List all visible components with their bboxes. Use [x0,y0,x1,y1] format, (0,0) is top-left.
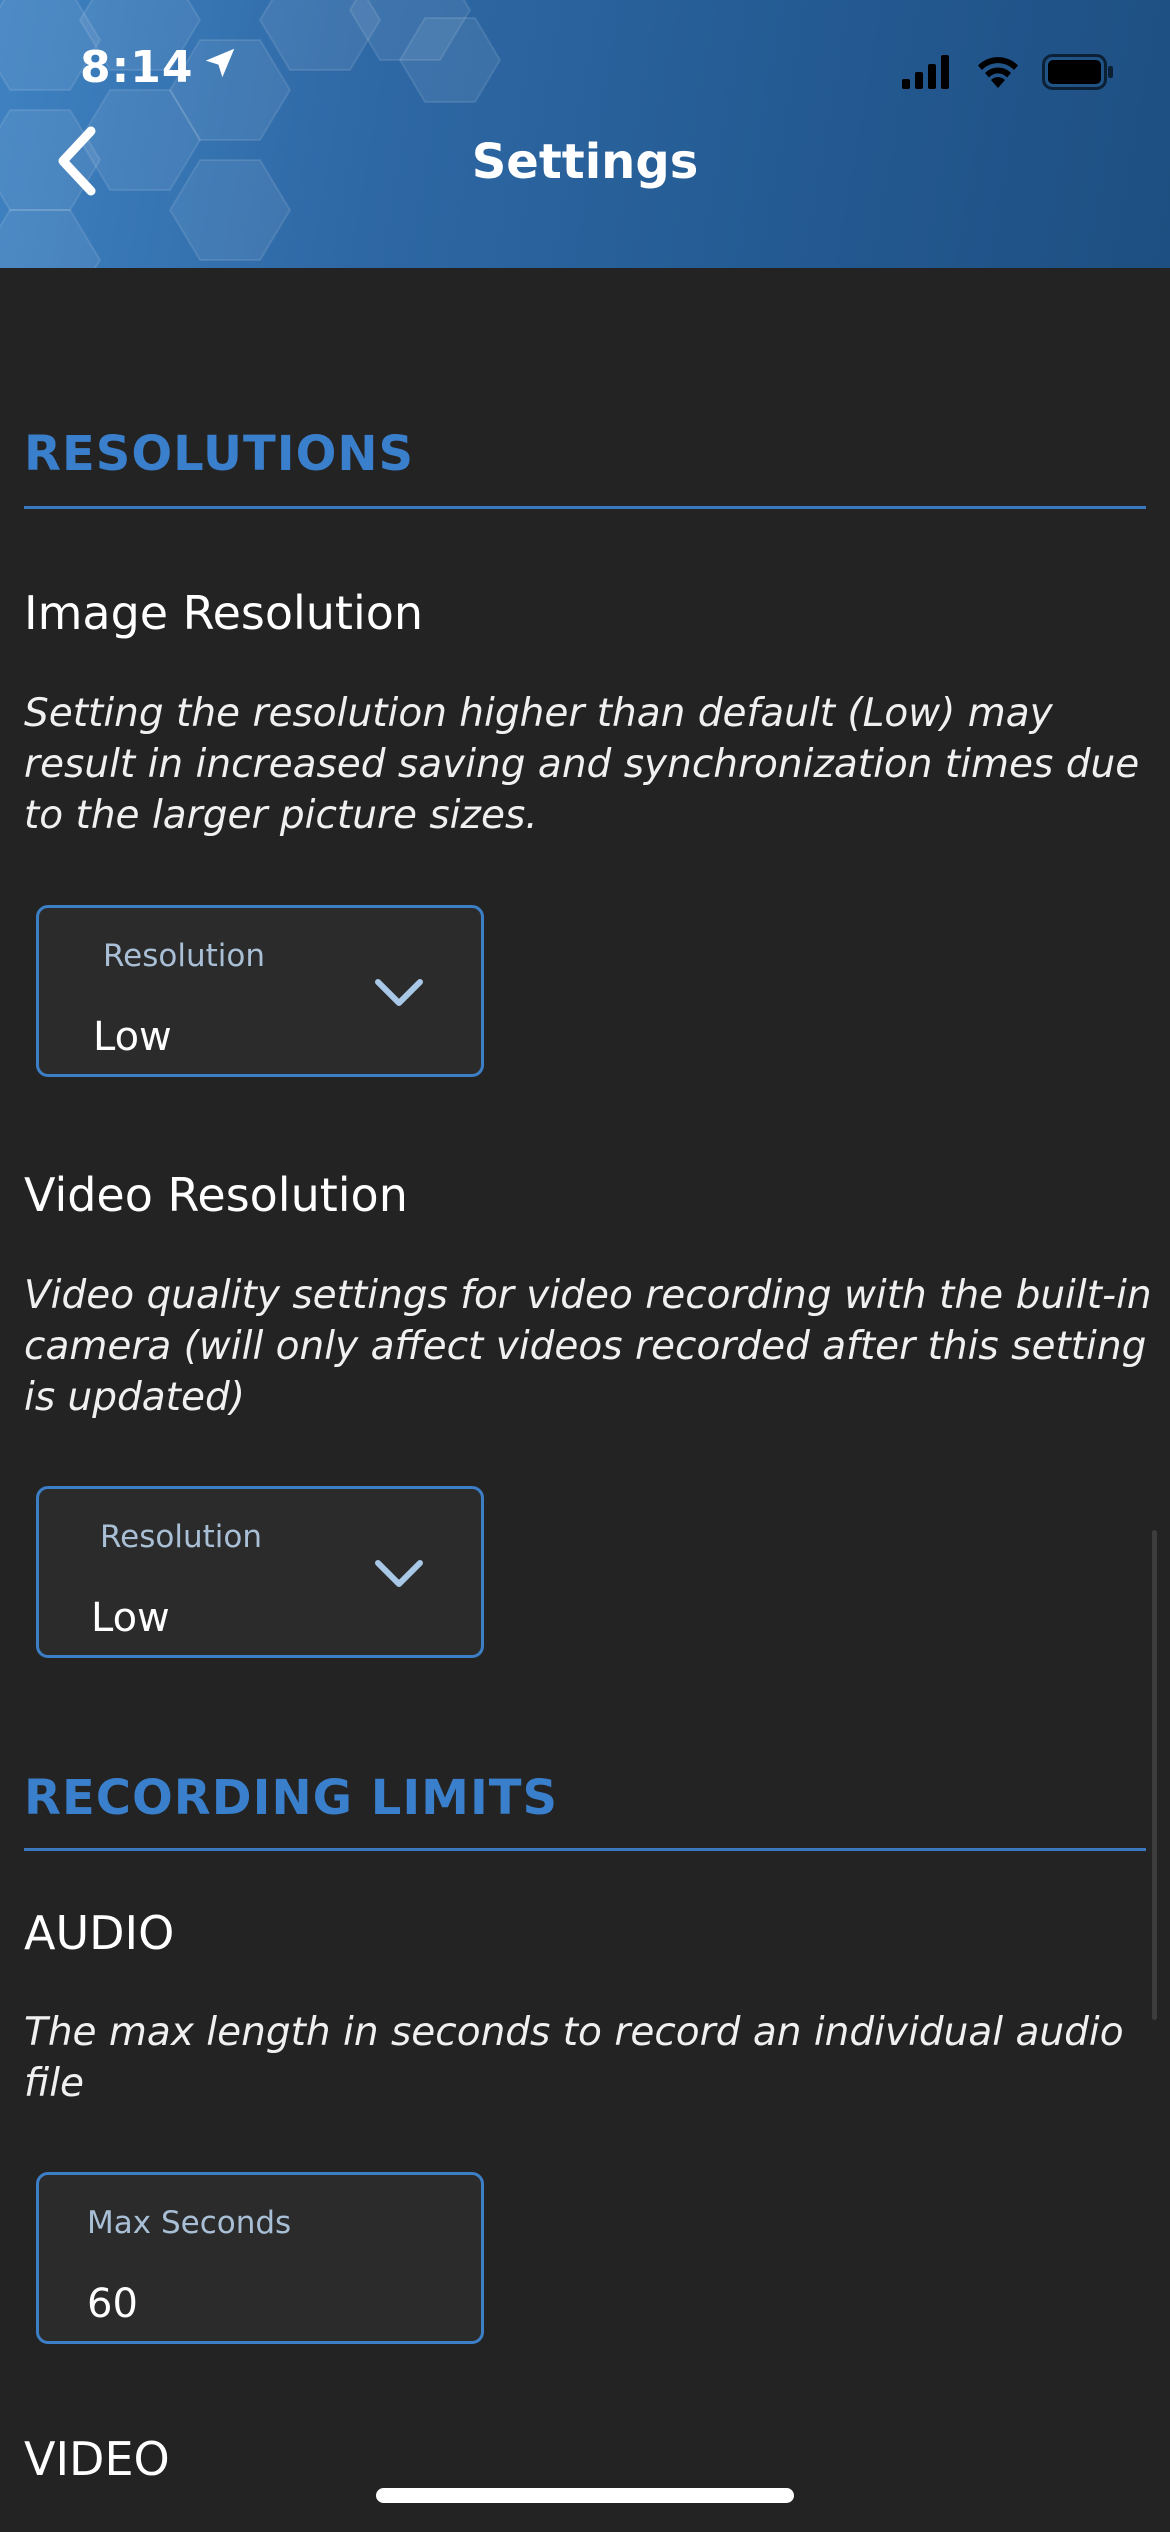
field-value: Low [91,1595,170,1641]
field-value: 60 [87,2281,138,2327]
audio-heading: AUDIO [24,1906,175,1960]
wifi-icon [974,54,1022,94]
signal-icon [902,55,954,93]
status-time-text: 8:14 [80,42,194,93]
video-resolution-heading: Video Resolution [24,1168,408,1222]
home-indicator[interactable] [376,2488,794,2503]
battery-icon [1042,54,1114,94]
section-divider [24,1848,1146,1851]
scrollbar[interactable] [1152,1530,1157,2020]
image-resolution-heading: Image Resolution [24,586,424,640]
section-divider [24,506,1146,509]
app-header: 8:14 Settings [0,0,1170,268]
chevron-down-icon [373,1557,425,1591]
video-resolution-select[interactable]: Resolution Low [36,1486,484,1658]
audio-description: The max length in seconds to record an i… [24,2010,1124,2106]
field-label: Max Seconds [87,2205,292,2241]
video-resolution-description: Video quality settings for video recordi… [24,1273,1152,1420]
field-value: Low [93,1014,172,1060]
image-resolution-select[interactable]: Resolution Low [36,905,484,1077]
audio-max-seconds-input[interactable]: Max Seconds 60 [36,2172,484,2344]
image-resolution-description: Setting the resolution higher than defau… [24,691,1140,838]
field-label: Resolution [103,938,265,974]
section-title-resolutions: RESOLUTIONS [24,426,415,482]
field-label: Resolution [100,1519,262,1555]
location-arrow-icon [201,42,239,93]
video-limit-heading: VIDEO [24,2432,170,2486]
page-title: Settings [471,134,699,190]
section-title-recording-limits: RECORDING LIMITS [24,1770,559,1826]
chevron-down-icon [373,976,425,1010]
status-bar-icons [902,54,1114,94]
status-bar-time: 8:14 [80,42,239,93]
